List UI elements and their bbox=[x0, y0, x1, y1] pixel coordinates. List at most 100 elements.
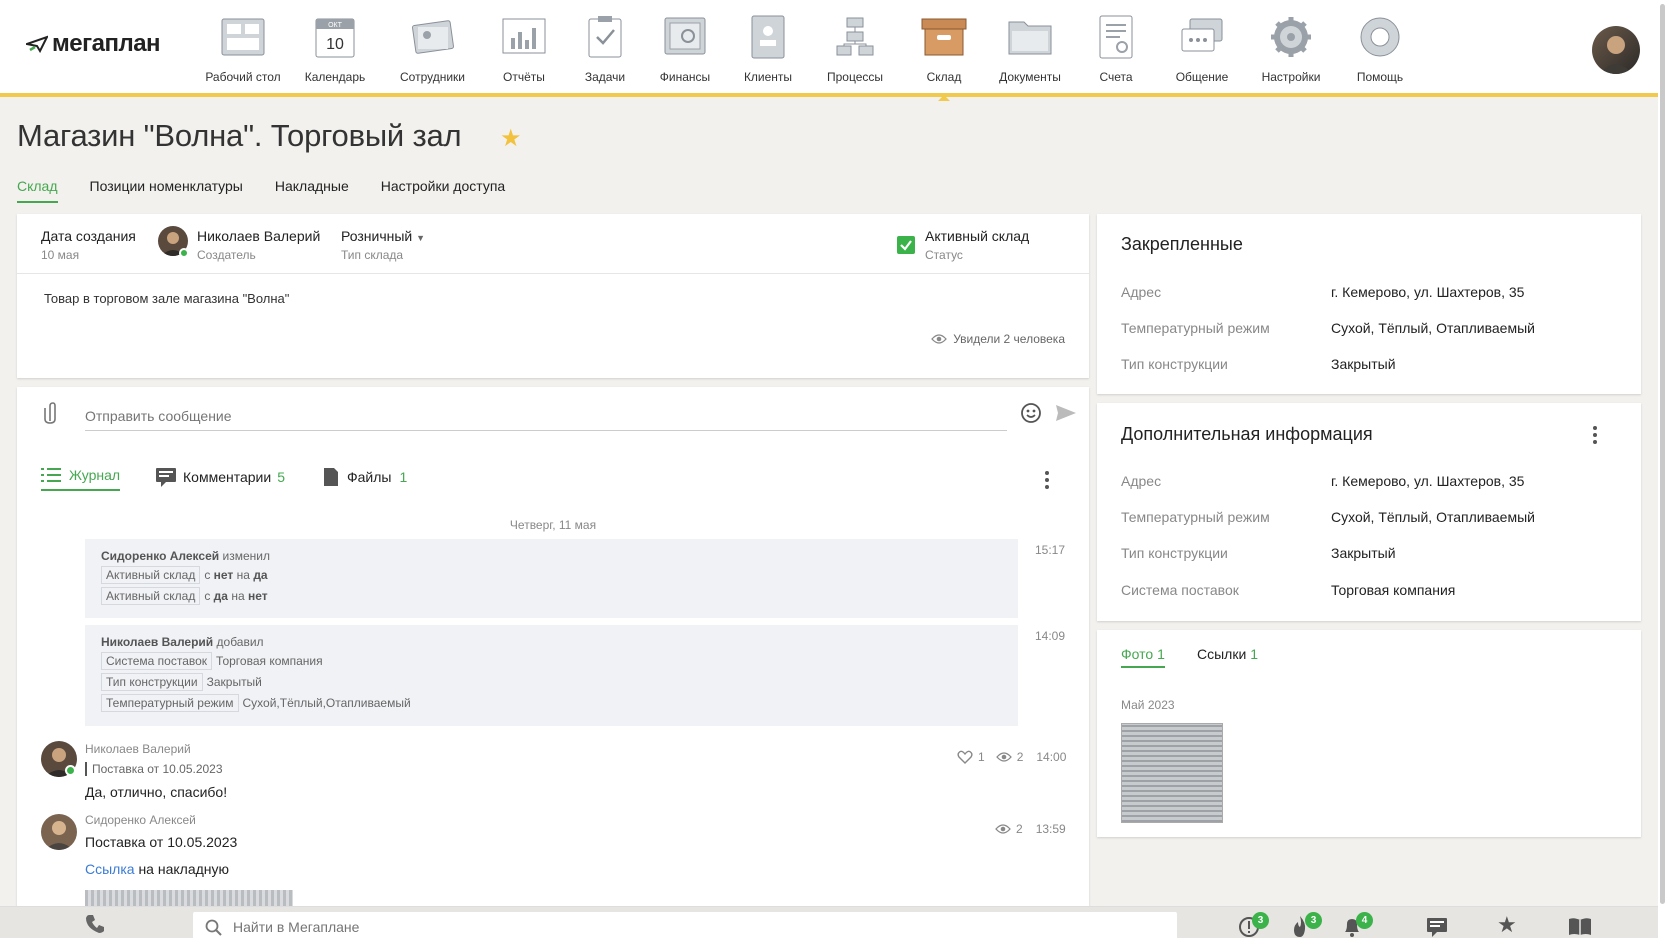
nav-label-help: Помощь bbox=[1356, 70, 1404, 84]
change-author[interactable]: Сидоренко Алексей bbox=[101, 549, 219, 563]
nav-item-desktop[interactable]: Рабочий стол bbox=[200, 14, 286, 84]
extra-row: Тип конструкции Закрытый bbox=[1121, 545, 1396, 561]
page-title: Магазин "Волна". Торговый зал bbox=[17, 118, 462, 153]
comment-time: 13:59 bbox=[1035, 822, 1066, 836]
photo-thumbnail[interactable] bbox=[1121, 723, 1223, 823]
nav-item-finance[interactable]: Финансы bbox=[643, 14, 727, 84]
nav-item-reports[interactable]: Отчёты bbox=[481, 14, 567, 84]
nav-item-employees[interactable]: Сотрудники bbox=[384, 14, 481, 84]
messages-icon[interactable] bbox=[1426, 917, 1448, 937]
comment-link[interactable]: Ссылка bbox=[85, 861, 135, 877]
nav-label-desktop: Рабочий стол bbox=[205, 70, 281, 84]
comment-quote[interactable]: Поставка от 10.05.2023 bbox=[85, 762, 223, 776]
view-count: 2 bbox=[1016, 822, 1023, 836]
eye-icon bbox=[995, 752, 1012, 762]
heart-icon[interactable] bbox=[957, 750, 973, 764]
comment-text: Да, отлично, спасибо! bbox=[85, 784, 228, 800]
search-icon bbox=[205, 919, 222, 936]
feed-date-divider: Четверг, 11 мая bbox=[509, 518, 597, 532]
feed-tab-comments-label: Комментарии bbox=[183, 469, 272, 485]
warehouse-type-value[interactable]: Розничный bbox=[341, 228, 412, 244]
eye-icon bbox=[931, 334, 948, 344]
nav-label-reports: Отчёты bbox=[503, 70, 545, 84]
scrollbar-thumb[interactable] bbox=[1660, 4, 1665, 904]
feed-tab-files[interactable]: Файлы 1 bbox=[323, 467, 407, 487]
more-vertical-icon[interactable] bbox=[1044, 471, 1050, 489]
files-count: 1 bbox=[399, 469, 408, 485]
emoji-icon[interactable] bbox=[1020, 402, 1042, 424]
nav-label-warehouse: Склад bbox=[926, 70, 962, 84]
extra-row: Система поставок Торговая компания bbox=[1121, 582, 1456, 598]
media-tab-photos[interactable]: Фото 1 bbox=[1121, 646, 1165, 668]
change-time: 14:09 bbox=[1035, 629, 1066, 643]
seen-by[interactable]: Увидели 2 человека bbox=[931, 332, 1065, 346]
active-status-checkbox[interactable] bbox=[897, 236, 915, 254]
help-lifebuoy-icon bbox=[1357, 14, 1403, 60]
phone-icon[interactable] bbox=[85, 914, 105, 934]
nav-item-processes[interactable]: Процессы bbox=[809, 14, 901, 84]
nav-label-employees: Сотрудники bbox=[400, 70, 465, 84]
fire-badge: 3 bbox=[1305, 912, 1322, 929]
user-avatar[interactable] bbox=[1592, 26, 1640, 74]
nav-item-documents[interactable]: Документы bbox=[987, 14, 1073, 84]
more-vertical-icon[interactable] bbox=[1592, 426, 1598, 444]
created-value: 10 мая bbox=[41, 248, 80, 262]
comment-author[interactable]: Сидоренко Алексей bbox=[85, 813, 196, 827]
extra-info-title: Дополнительная информация bbox=[1121, 424, 1373, 444]
nav-label-chat: Общение bbox=[1175, 70, 1229, 84]
logo-plane-icon bbox=[26, 35, 48, 53]
tab-warehouse[interactable]: Склад bbox=[17, 178, 58, 203]
chevron-down-icon[interactable]: ▼ bbox=[416, 233, 425, 243]
feed-change-entry: Николаев Валерий добавил Система поставо… bbox=[85, 625, 1018, 726]
change-time: 15:17 bbox=[1035, 543, 1066, 557]
nav-item-invoices[interactable]: Счета bbox=[1073, 14, 1159, 84]
attachment-thumbnail[interactable] bbox=[85, 890, 293, 907]
processes-icon bbox=[832, 14, 878, 60]
nav-item-warehouse[interactable]: Склад bbox=[901, 14, 987, 101]
change-author[interactable]: Николаев Валерий bbox=[101, 635, 213, 649]
comment-avatar[interactable] bbox=[41, 814, 77, 850]
divider bbox=[17, 273, 1089, 274]
warehouse-type-block[interactable]: Розничный ▼ Тип склада bbox=[341, 228, 425, 262]
warehouse-box-icon bbox=[921, 14, 967, 60]
nav-item-chat[interactable]: Общение bbox=[1159, 14, 1245, 84]
nav-item-settings[interactable]: Настройки bbox=[1245, 14, 1337, 84]
nav-item-clients[interactable]: Клиенты bbox=[727, 14, 809, 84]
attach-paperclip-icon[interactable] bbox=[43, 401, 57, 425]
send-icon[interactable] bbox=[1055, 403, 1077, 423]
page-tabs: Склад Позиции номенклатуры Накладные Нас… bbox=[17, 178, 505, 203]
megaplan-logo[interactable]: мегаплан bbox=[26, 30, 161, 58]
media-month-label: Май 2023 bbox=[1121, 698, 1175, 712]
global-search-input[interactable] bbox=[233, 917, 1133, 937]
tab-access-settings[interactable]: Настройки доступа bbox=[381, 178, 505, 203]
pinned-row: Адрес г. Кемерово, ул. Шахтеров, 35 bbox=[1121, 284, 1525, 300]
file-icon bbox=[324, 468, 338, 486]
pinned-card: Закрепленные Адрес г. Кемерово, ул. Шахте… bbox=[1097, 214, 1641, 394]
employees-icon bbox=[410, 14, 456, 60]
feed-tab-journal[interactable]: Журнал bbox=[41, 467, 121, 491]
notifications-badge: 4 bbox=[1356, 912, 1373, 929]
warehouse-description: Товар в торговом зале магазина "Волна" bbox=[44, 291, 290, 306]
creator-name[interactable]: Николаев Валерий bbox=[197, 228, 320, 244]
nav-item-tasks[interactable]: Задачи bbox=[567, 14, 643, 84]
tab-invoices[interactable]: Накладные bbox=[275, 178, 349, 203]
main-nav: Рабочий стол ОКТ 10 Календарь Сотрудники … bbox=[200, 14, 1423, 101]
favorites-star-icon[interactable]: ★ bbox=[1497, 912, 1517, 938]
eye-icon bbox=[995, 824, 1011, 834]
global-search[interactable] bbox=[193, 912, 1177, 938]
book-icon[interactable] bbox=[1568, 917, 1592, 937]
tab-nomenclature[interactable]: Позиции номенклатуры bbox=[90, 178, 243, 203]
nav-label-processes: Процессы bbox=[826, 70, 883, 84]
favorite-star-icon[interactable]: ★ bbox=[500, 124, 522, 153]
bottom-bar: 3 3 4 ★ bbox=[0, 906, 1666, 938]
pinned-row: Температурный режим Сухой, Тёплый, Отапли… bbox=[1121, 320, 1535, 336]
feed-tab-comments[interactable]: Комментарии 5 bbox=[155, 467, 285, 487]
online-status-dot bbox=[65, 765, 76, 776]
comment-author[interactable]: Николаев Валерий bbox=[85, 742, 191, 756]
nav-item-calendar[interactable]: ОКТ 10 Календарь bbox=[286, 14, 384, 84]
media-tab-links[interactable]: Ссылки 1 bbox=[1197, 646, 1258, 662]
change-field-chip: Активный склад bbox=[101, 566, 201, 584]
nav-item-help[interactable]: Помощь bbox=[1337, 14, 1423, 84]
pinned-title: Закрепленные bbox=[1121, 234, 1243, 254]
message-input[interactable] bbox=[85, 401, 1007, 431]
